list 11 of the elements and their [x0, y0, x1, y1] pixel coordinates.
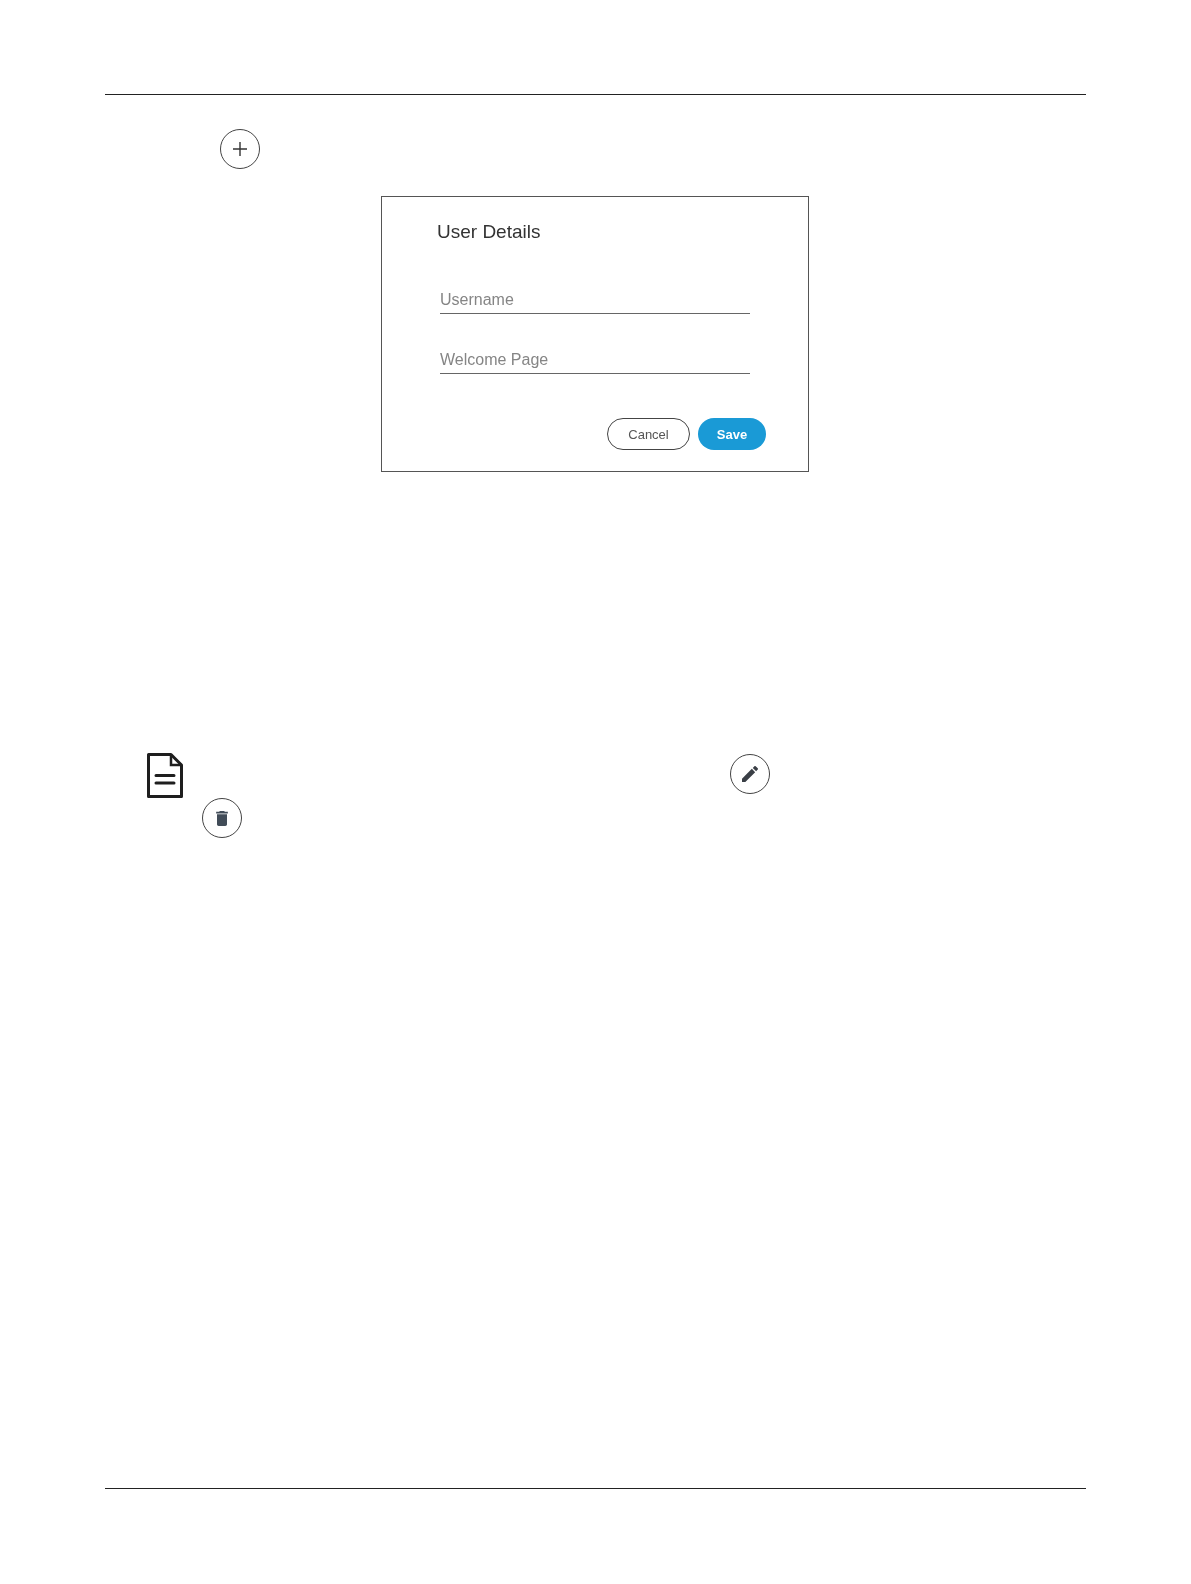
edit-button[interactable] — [730, 754, 770, 794]
add-button[interactable] — [220, 129, 260, 169]
document-icon — [147, 753, 183, 798]
delete-button[interactable] — [202, 798, 242, 838]
dialog-title: User Details — [437, 220, 542, 244]
trash-icon — [216, 810, 228, 826]
input-field[interactable]: Welcome Page — [440, 349, 750, 374]
pencil-icon — [742, 766, 758, 782]
cancel-button[interactable]: Cancel — [607, 418, 690, 450]
input-field[interactable]: Username — [440, 289, 750, 314]
plus-icon — [233, 142, 247, 156]
